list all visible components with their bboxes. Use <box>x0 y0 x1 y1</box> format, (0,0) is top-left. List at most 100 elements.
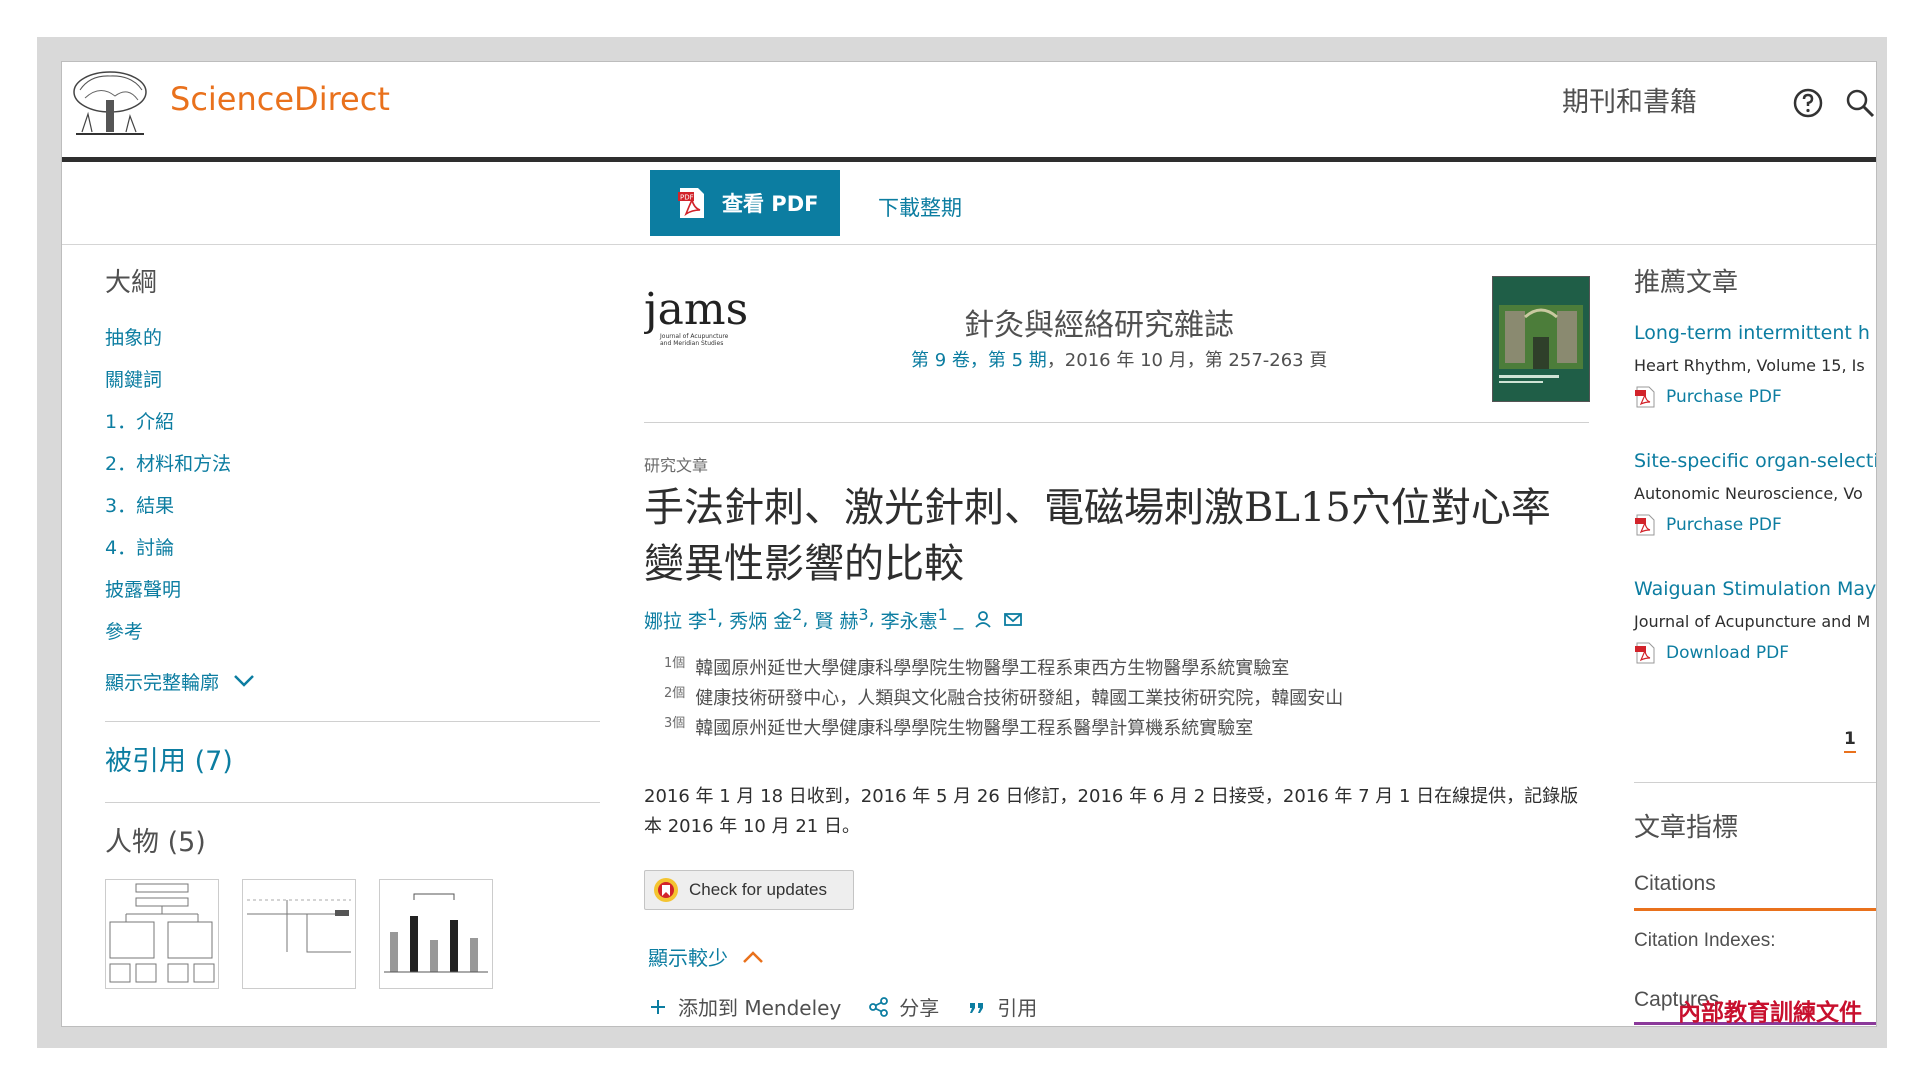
recommended-title: 推薦文章 <box>1634 268 1739 298</box>
author-list: 娜拉 李1, 秀炳 金2, 賢 赫3, 李永憲1 _ <box>644 605 1023 633</box>
author-link[interactable]: 娜拉 李1 <box>644 605 717 633</box>
crossmark-icon <box>654 878 678 902</box>
purchase-pdf-label: Purchase PDF <box>1666 515 1782 535</box>
recommended-item: Waiguan Stimulation May Journal of Acupu… <box>1634 558 1876 686</box>
author-link[interactable]: 秀炳 金2 <box>729 605 802 633</box>
article-title: 手法針刺、激光針刺、電磁場刺激BL15穴位對心率變異性影響的比較 <box>644 485 1551 587</box>
help-icon[interactable] <box>1792 87 1824 119</box>
search-icon[interactable] <box>1844 87 1876 119</box>
affiliation-item: 3個 韓國原州延世大學健康科學學院生物醫學工程系醫學計算機系統實驗室 <box>664 716 1254 739</box>
view-pdf-button[interactable]: PDF 查看 PDF <box>650 170 840 236</box>
pdf-icon <box>1635 514 1655 536</box>
pdf-icon <box>1635 386 1655 408</box>
article-metrics-title: 文章指標 <box>1634 813 1739 843</box>
tree-logo-icon[interactable] <box>70 70 150 140</box>
recommended-article-link[interactable]: Waiguan Stimulation May <box>1634 578 1876 600</box>
affiliation-item: 2個 健康技術研發中心，人類與文化融合技術研發組，韓國工業技術研究院，韓國安山 <box>664 686 1344 709</box>
cite-button[interactable]: 引用 <box>967 992 1037 1021</box>
figure-thumbnail[interactable] <box>105 879 219 989</box>
purchase-pdf-link[interactable]: Purchase PDF <box>1634 514 1782 536</box>
download-issue-link[interactable]: 下載整期 <box>878 192 962 222</box>
journal-cover-image[interactable] <box>1492 276 1590 402</box>
outline-item-disclosure[interactable]: 披露聲明 <box>105 569 600 611</box>
chevron-down-icon <box>234 675 254 687</box>
chevron-up-icon <box>743 950 763 963</box>
recommended-article-link[interactable]: Long-term intermittent h <box>1634 322 1870 344</box>
separator: ， <box>969 350 988 371</box>
recommended-source: Autonomic Neuroscience, Vo <box>1634 484 1863 503</box>
recommended-source: Heart Rhythm, Volume 15, Is <box>1634 356 1865 375</box>
issue-link[interactable]: 第 5 期 <box>988 350 1047 371</box>
recommended-page-number[interactable]: 1 <box>1844 729 1856 753</box>
share-button[interactable]: 分享 <box>869 992 939 1021</box>
citations-label: Citations <box>1634 872 1716 895</box>
outline-item-methods[interactable]: 2．材料和方法 <box>105 443 600 485</box>
svg-text:and Meridian Studies: and Meridian Studies <box>660 340 723 347</box>
outline-item-abstract[interactable]: 抽象的 <box>105 317 600 359</box>
recommended-item: Site-specific organ-selecti Autonomic Ne… <box>1634 430 1876 558</box>
person-icon[interactable] <box>973 610 993 628</box>
purchase-pdf-link[interactable]: Purchase PDF <box>1634 386 1782 408</box>
view-pdf-label: 查看 PDF <box>722 192 819 216</box>
pdf-icon: PDF <box>678 188 704 218</box>
outline-item-references[interactable]: 參考 <box>105 611 600 653</box>
citations-underline <box>1634 908 1876 911</box>
author-link[interactable]: 賢 赫3 <box>814 605 868 633</box>
outline-sidebar: 大綱 抽象的 關鍵詞 1．介紹 2．材料和方法 3．結果 4．討論 披露聲明 參… <box>105 262 600 999</box>
show-less-button[interactable]: 顯示較少 <box>648 942 764 971</box>
watermark-text: 內部教育訓練文件 <box>1678 999 1862 1026</box>
citation-indexes-label: Citation Indexes: <box>1634 930 1776 951</box>
journals-books-link[interactable]: 期刊和書籍 <box>1562 80 1697 119</box>
article-history: 2016 年 1 月 18 日收到，2016 年 5 月 26 日修訂，2016… <box>644 786 1579 837</box>
figure-thumbnail[interactable] <box>379 879 493 989</box>
outline-item-discussion[interactable]: 4．討論 <box>105 527 600 569</box>
sidebar-divider <box>105 721 600 722</box>
volume-link[interactable]: 第 9 卷 <box>911 350 970 371</box>
email-icon[interactable] <box>1003 610 1023 628</box>
journal-logo[interactable]: jams Journal of Acupuncture and Meridian… <box>644 282 749 350</box>
affiliation-item: 1個 韓國原州延世大學健康科學學院生物醫學工程系東西方生物醫學系統實驗室 <box>664 656 1290 679</box>
figure-thumbnail[interactable] <box>242 879 356 989</box>
plus-icon <box>651 999 665 1014</box>
cited-by-link[interactable]: 被引用 (7) <box>105 740 600 784</box>
article-actions: 添加到 Mendeley 分享 引用 <box>648 992 1065 1021</box>
cite-label: 引用 <box>997 996 1038 1020</box>
outline-item-keywords[interactable]: 關鍵詞 <box>105 359 600 401</box>
check-for-updates-button[interactable]: Check for updates <box>644 870 854 910</box>
sidebar-divider <box>1634 782 1876 783</box>
outline-item-introduction[interactable]: 1．介紹 <box>105 401 600 443</box>
add-mendeley-label: 添加到 Mendeley <box>678 996 842 1020</box>
issue-details: ，2016 年 10 月，第 257-263 頁 <box>1046 350 1328 371</box>
issue-info: 第 9 卷，第 5 期，2016 年 10 月，第 257-263 頁 <box>911 346 1327 372</box>
article-header-divider <box>644 422 1589 423</box>
brand-name[interactable]: ScienceDirect <box>170 80 390 118</box>
figure-thumbnails <box>105 879 600 999</box>
show-less-label: 顯示較少 <box>648 946 728 970</box>
add-mendeley-button[interactable]: 添加到 Mendeley <box>648 992 841 1021</box>
journal-name[interactable]: 針灸與經絡研究雜誌 <box>964 300 1234 344</box>
purchase-pdf-label: Purchase PDF <box>1666 387 1782 407</box>
pdf-icon <box>1635 642 1655 664</box>
show-full-outline-button[interactable]: 顯示完整輪廓 <box>105 659 600 703</box>
recommended-articles: 推薦文章 Long-term intermittent h Heart Rhyt… <box>1634 262 1876 1025</box>
svg-text:jams: jams <box>644 284 748 335</box>
download-pdf-label: Download PDF <box>1666 643 1790 663</box>
page: ScienceDirect 期刊和書籍 PDF 查看 PDF 下載整期 大綱 抽… <box>61 61 1877 1027</box>
figures-heading: 人物 (5) <box>105 827 206 858</box>
quote-icon <box>970 1002 984 1013</box>
outline-item-results[interactable]: 3．結果 <box>105 485 600 527</box>
share-label: 分享 <box>899 996 940 1020</box>
recommended-item: Long-term intermittent h Heart Rhythm, V… <box>1634 302 1876 430</box>
sidebar-divider <box>105 802 600 803</box>
article-type: 研究文章 <box>644 456 709 475</box>
check-updates-label: Check for updates <box>689 880 827 899</box>
article-toolbar: PDF 查看 PDF 下載整期 <box>62 162 1876 245</box>
site-header: ScienceDirect 期刊和書籍 <box>62 62 1876 157</box>
download-pdf-link[interactable]: Download PDF <box>1634 642 1789 664</box>
recommended-article-link[interactable]: Site-specific organ-selecti <box>1634 450 1876 472</box>
show-full-outline-label: 顯示完整輪廓 <box>105 671 220 694</box>
outline-title: 大綱 <box>105 268 158 298</box>
author-link[interactable]: 李永憲1 <box>881 605 948 633</box>
recommended-source: Journal of Acupuncture and M <box>1634 612 1871 631</box>
svg-text:Journal of Acupuncture: Journal of Acupuncture <box>659 333 729 340</box>
